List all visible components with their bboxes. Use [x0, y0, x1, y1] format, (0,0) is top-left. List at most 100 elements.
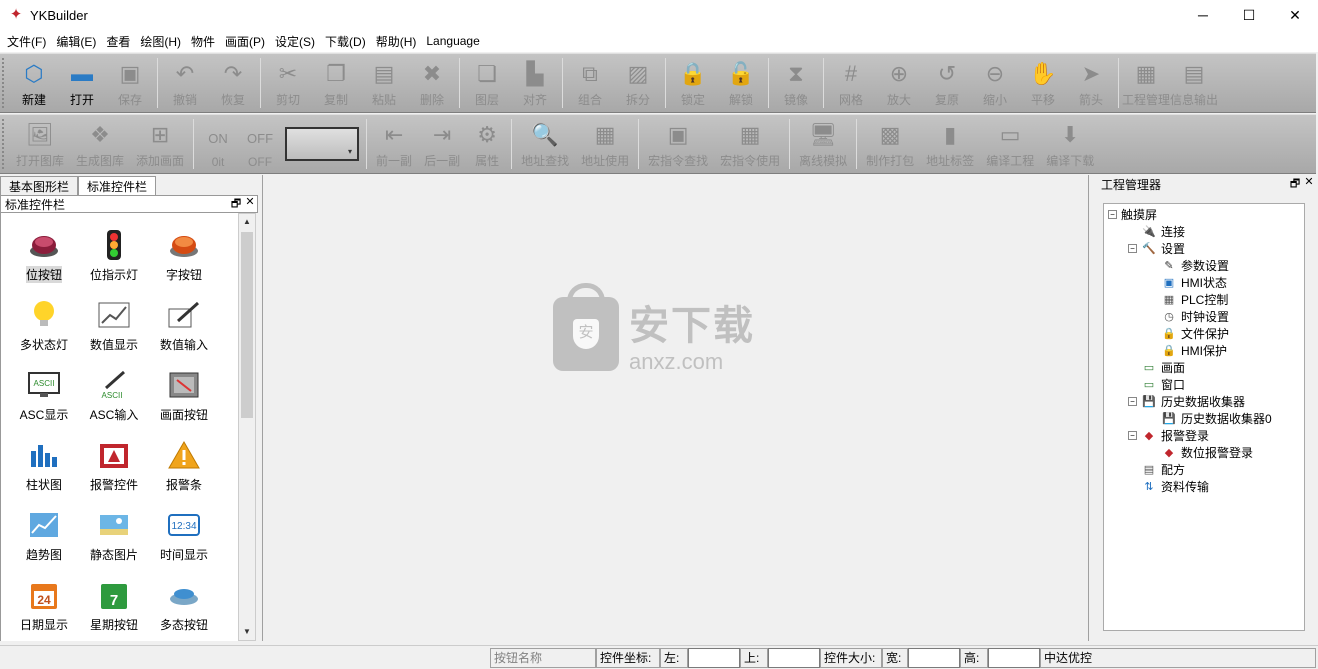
float-panel-icon[interactable]: 🗗: [1288, 175, 1302, 194]
macro-search-button[interactable]: ▣ 宏指令查找: [642, 115, 714, 173]
menu-item[interactable]: 文件(F): [2, 33, 51, 50]
collapse-toggle-icon[interactable]: −: [1128, 431, 1137, 440]
float-panel-icon[interactable]: 🗗: [229, 195, 243, 214]
align-button[interactable]: ▙ 对齐: [511, 54, 559, 112]
palette-scrollbar[interactable]: ▲ ▼: [238, 213, 256, 641]
menu-item[interactable]: 物件: [186, 33, 220, 50]
project-manager-button[interactable]: ▦ 工程管理: [1122, 54, 1170, 112]
ungroup-button[interactable]: ▨ 拆分: [614, 54, 662, 112]
tree-node[interactable]: 🔌 连接: [1104, 223, 1304, 240]
palette-item-bar-chart[interactable]: 柱状图: [9, 439, 79, 496]
palette-item-numeric-display[interactable]: 数值显示: [79, 299, 149, 356]
tab-standard-controls[interactable]: 标准控件栏: [78, 176, 157, 195]
new-button[interactable]: ⬡ 新建: [10, 54, 58, 112]
close-panel-icon[interactable]: ✕: [1302, 175, 1316, 194]
palette-item-screen-button[interactable]: 画面按钮: [149, 369, 219, 426]
palette-item-multistate-lamp[interactable]: 多状态灯: [9, 299, 79, 356]
paste-button[interactable]: ▤ 粘贴: [360, 54, 408, 112]
redo-button[interactable]: ↷ 恢复: [209, 54, 257, 112]
next-screen-button[interactable]: ⇥ 后一副: [418, 115, 466, 173]
minimize-button[interactable]: ─: [1180, 0, 1226, 30]
menu-item[interactable]: 绘图(H): [135, 33, 186, 50]
scroll-up-arrow-icon[interactable]: ▲: [239, 214, 255, 230]
tree-node[interactable]: 🔒 HMI保护: [1104, 342, 1304, 359]
palette-item-alarm-control[interactable]: 报警控件: [79, 439, 149, 496]
group-button[interactable]: ⧉ 组合: [566, 54, 614, 112]
lock-button[interactable]: 🔒 锁定: [669, 54, 717, 112]
properties-button[interactable]: ⚙ 属性: [466, 115, 508, 173]
tree-node[interactable]: − 触摸屏: [1104, 206, 1304, 223]
tree-node[interactable]: ⇅ 资料传输: [1104, 478, 1304, 495]
toolbar-grip[interactable]: [2, 119, 8, 169]
close-panel-icon[interactable]: ✕: [243, 195, 257, 214]
menu-item[interactable]: 设定(S): [270, 33, 320, 50]
zoom-in-button[interactable]: ⊕ 放大: [875, 54, 923, 112]
palette-item-static-picture[interactable]: 静态图片: [79, 509, 149, 566]
tree-node[interactable]: ▣ HMI状态: [1104, 274, 1304, 291]
menu-item[interactable]: 帮助(H): [371, 33, 422, 50]
collapse-toggle-icon[interactable]: −: [1108, 210, 1117, 219]
compile-button[interactable]: ▭ 编译工程: [980, 115, 1040, 173]
close-button[interactable]: ✕: [1272, 0, 1318, 30]
color-picker[interactable]: ▾: [285, 127, 360, 161]
maximize-button[interactable]: ☐: [1226, 0, 1272, 30]
address-usage-button[interactable]: ▦ 地址使用: [575, 115, 635, 173]
offline-simulation-button[interactable]: 🖥 离线模拟: [793, 115, 853, 173]
create-library-button[interactable]: ❖ 生成图库: [70, 115, 130, 173]
palette-item-word-button[interactable]: 字按钮: [149, 229, 219, 286]
tree-node[interactable]: ✎ 参数设置: [1104, 257, 1304, 274]
palette-item-date-display[interactable]: 24 日期显示: [9, 579, 79, 636]
palette-item-bit-indicator[interactable]: 位指示灯: [79, 229, 149, 286]
menu-item[interactable]: 下载(D): [320, 33, 371, 50]
tree-node[interactable]: − 💾 历史数据收集器: [1104, 393, 1304, 410]
design-canvas[interactable]: 安 安下载 anxz.com: [262, 175, 1089, 641]
on-button[interactable]: ON 0it: [197, 115, 239, 173]
undo-button[interactable]: ↶ 撤销: [161, 54, 209, 112]
scroll-thumb[interactable]: [241, 232, 253, 418]
tree-node[interactable]: − ◆ 报警登录: [1104, 427, 1304, 444]
tree-node[interactable]: − 🔨 设置: [1104, 240, 1304, 257]
previous-screen-button[interactable]: ⇤ 前一副: [370, 115, 418, 173]
menu-item[interactable]: 编辑(E): [51, 33, 101, 50]
zoom-out-button[interactable]: ⊖ 缩小: [971, 54, 1019, 112]
open-folder-button[interactable]: ▬ 打开: [58, 54, 106, 112]
open-library-button[interactable]: 🖼 打开图库: [10, 115, 70, 173]
hand-button[interactable]: ✋ 平移: [1019, 54, 1067, 112]
tab-basic-shapes[interactable]: 基本图形栏: [0, 176, 79, 195]
scroll-down-arrow-icon[interactable]: ▼: [239, 624, 255, 640]
palette-item-trend-chart[interactable]: 趋势图: [9, 509, 79, 566]
palette-item-multistate-button[interactable]: 多态按钮: [149, 579, 219, 636]
tree-node[interactable]: ▭ 画面: [1104, 359, 1304, 376]
collapse-toggle-icon[interactable]: −: [1128, 397, 1137, 406]
add-screen-button[interactable]: ⊞ 添加画面: [130, 115, 190, 173]
palette-item-ascii-display[interactable]: ASCII ASC显示: [9, 369, 79, 426]
unlock-button[interactable]: 🔓 解锁: [717, 54, 765, 112]
palette-item-time-display[interactable]: 12:34 时间显示: [149, 509, 219, 566]
grid-button[interactable]: # 网格: [827, 54, 875, 112]
palette-item-weekday-button[interactable]: 7 星期按钮: [79, 579, 149, 636]
menu-item[interactable]: Language: [421, 34, 484, 48]
address-search-button[interactable]: 🔍 地址查找: [515, 115, 575, 173]
address-tag-button[interactable]: ▮ 地址标签: [920, 115, 980, 173]
palette-item-bit-button[interactable]: 位按钮: [9, 229, 79, 286]
info-output-button[interactable]: ▤ 信息输出: [1170, 54, 1218, 112]
tree-node[interactable]: ▭ 窗口: [1104, 376, 1304, 393]
tree-node[interactable]: ▦ PLC控制: [1104, 291, 1304, 308]
mirror-button[interactable]: ⧗ 镜像: [772, 54, 820, 112]
tree-node[interactable]: 💾 历史数据收集器0: [1104, 410, 1304, 427]
tree-node[interactable]: ▤ 配方: [1104, 461, 1304, 478]
palette-item-alarm-bar[interactable]: 报警条: [149, 439, 219, 496]
menu-item[interactable]: 查看: [101, 33, 135, 50]
compile-download-button[interactable]: ⬇ 编译下载: [1040, 115, 1100, 173]
package-button[interactable]: ▩ 制作打包: [860, 115, 920, 173]
tree-node[interactable]: ◷ 时钟设置: [1104, 308, 1304, 325]
arrow-cursor-button[interactable]: ➤ 箭头: [1067, 54, 1115, 112]
off-button[interactable]: OFF OFF: [239, 115, 281, 173]
tree-node[interactable]: 🔒 文件保护: [1104, 325, 1304, 342]
layer-button[interactable]: ❏ 图层: [463, 54, 511, 112]
delete-button[interactable]: ✖ 删除: [408, 54, 456, 112]
save-button[interactable]: ▣ 保存: [106, 54, 154, 112]
toolbar-grip[interactable]: [2, 58, 8, 108]
collapse-toggle-icon[interactable]: −: [1128, 244, 1137, 253]
scissors-button[interactable]: ✂ 剪切: [264, 54, 312, 112]
